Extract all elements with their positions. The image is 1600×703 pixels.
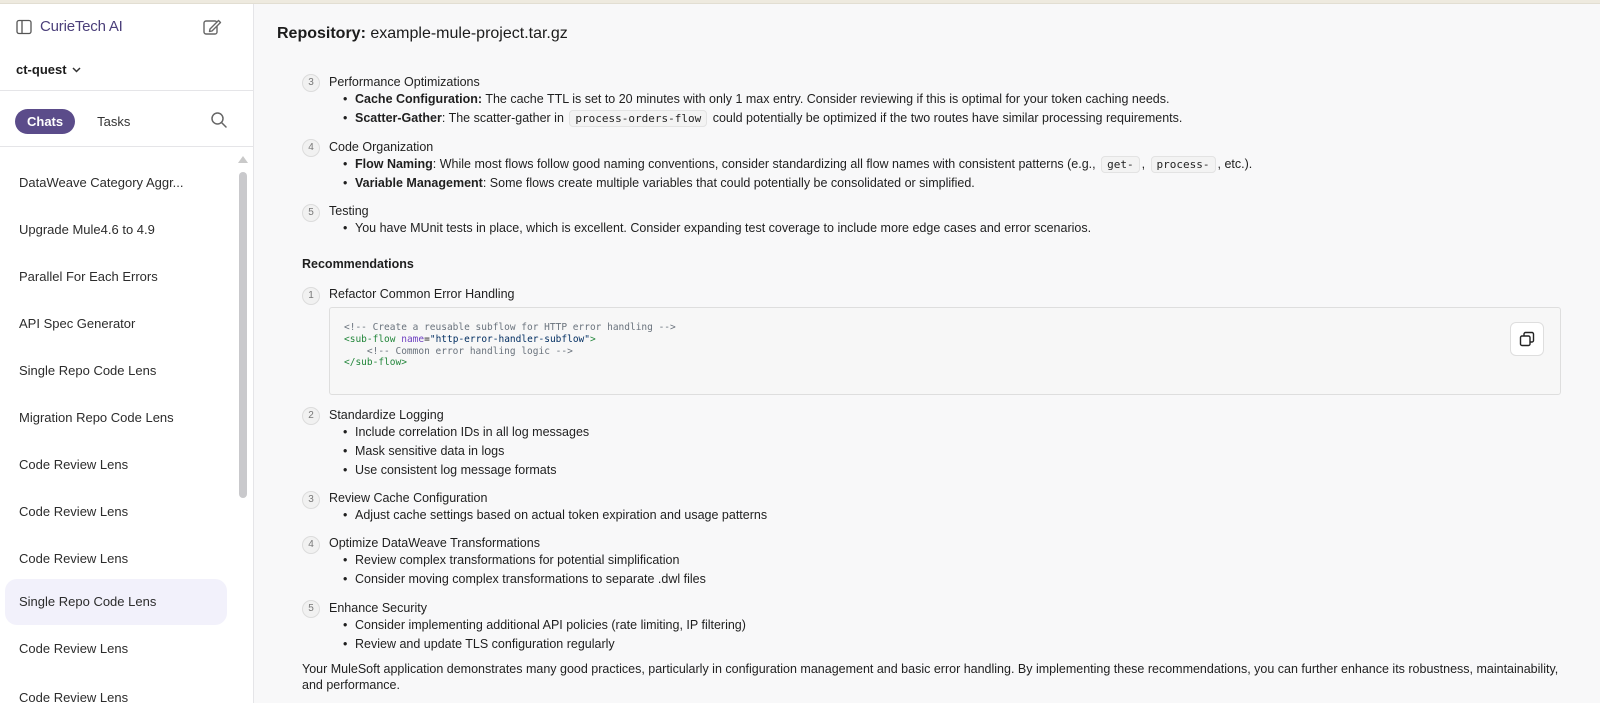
code-bracket: >: [590, 333, 596, 345]
chat-item[interactable]: Migration Repo Code Lens: [5, 395, 227, 441]
list-item: Review complex transformations for poten…: [343, 553, 679, 567]
chat-item[interactable]: Single Repo Code Lens: [5, 348, 227, 394]
repository-header: Repository: example-mule-project.tar.gz: [277, 25, 568, 43]
copy-code-button[interactable]: [1510, 322, 1544, 356]
search-icon[interactable]: [210, 111, 228, 129]
section-title: Code Organization: [329, 140, 434, 154]
item-bold: Variable Management: [355, 176, 483, 190]
sidebar-divider: [0, 146, 253, 147]
item-bold: Cache Configuration:: [355, 92, 483, 106]
sidebar-tabs: Chats Tasks: [15, 109, 142, 134]
list-item: Adjust cache settings based on actual to…: [343, 508, 767, 522]
section-title: Performance Optimizations: [329, 75, 480, 89]
list-number: 4: [302, 536, 320, 554]
list-number: 1: [302, 287, 320, 305]
repository-name: example-mule-project.tar.gz: [370, 25, 568, 42]
chat-content: Repository: example-mule-project.tar.gz …: [254, 4, 1600, 703]
scrollbar-thumb[interactable]: [239, 172, 247, 498]
list-item: Review and update TLS configuration regu…: [343, 637, 615, 651]
recommendation-title: Refactor Common Error Handling: [329, 287, 515, 301]
chat-item[interactable]: Code Review Lens: [5, 442, 227, 488]
code-block: <!-- Create a reusable subflow for HTTP …: [329, 307, 1561, 395]
sidebar: CurieTech AI ct-quest Chats Tasks DataWe…: [0, 4, 254, 703]
code-string: "http-error-handler-subflow": [429, 333, 590, 345]
list-item: Scatter-Gather: The scatter-gather in pr…: [343, 110, 1183, 127]
item-text: , etc.).: [1217, 157, 1253, 171]
chat-item[interactable]: Upgrade Mule4.6 to 4.9: [5, 207, 227, 253]
brand-name: CurieTech AI: [40, 18, 123, 35]
item-text: The cache TTL is set to 20 minutes with …: [482, 92, 1170, 106]
list-item: Flow Naming: While most flows follow goo…: [343, 156, 1253, 173]
item-text: could potentially be optimized if the tw…: [709, 111, 1183, 125]
org-name: ct-quest: [16, 62, 67, 77]
new-chat-edit-icon[interactable]: [201, 16, 223, 38]
summary-paragraph: Your MuleSoft application demonstrates m…: [302, 662, 1559, 692]
item-text: ,: [1141, 157, 1149, 171]
chat-item[interactable]: Code Review Lens: [5, 675, 227, 703]
tab-chats[interactable]: Chats: [15, 109, 76, 134]
chevron-down-icon: [72, 66, 81, 73]
chat-item-active[interactable]: Single Repo Code Lens: [5, 579, 227, 625]
item-bold: Flow Naming: [355, 157, 433, 171]
recommendations-heading: Recommendations: [302, 257, 414, 271]
list-item: Variable Management: Some flows create m…: [343, 176, 975, 190]
list-item: Cache Configuration: The cache TTL is se…: [343, 92, 1170, 106]
copy-icon: [1519, 331, 1535, 347]
chat-item[interactable]: Code Review Lens: [5, 536, 227, 582]
item-bold: Scatter-Gather: [355, 111, 442, 125]
chat-item[interactable]: DataWeave Category Aggr...: [5, 160, 227, 206]
chat-item[interactable]: Code Review Lens: [5, 626, 227, 672]
list-number: 4: [302, 139, 320, 157]
recommendation-title: Enhance Security: [329, 601, 427, 615]
org-selector[interactable]: ct-quest: [16, 62, 81, 77]
list-number: 3: [302, 74, 320, 92]
inline-code: process-orders-flow: [569, 110, 708, 127]
tab-tasks[interactable]: Tasks: [85, 109, 142, 134]
code-tag: <sub-flow: [344, 333, 396, 345]
code-content: <!-- Create a reusable subflow for HTTP …: [344, 322, 676, 369]
chat-item[interactable]: Parallel For Each Errors: [5, 254, 227, 300]
list-item: Include correlation IDs in all log messa…: [343, 425, 589, 439]
list-item: Consider implementing additional API pol…: [343, 618, 746, 632]
list-item: Consider moving complex transformations …: [343, 572, 706, 586]
chat-item[interactable]: API Spec Generator: [5, 301, 227, 347]
code-comment: <!-- Common error handling logic -->: [366, 345, 573, 357]
inline-code: get-: [1101, 156, 1140, 173]
code-attr: name: [401, 333, 425, 345]
sidebar-divider: [0, 90, 253, 91]
repository-label: Repository:: [277, 25, 366, 42]
list-number: 3: [302, 491, 320, 509]
list-item: Use consistent log message formats: [343, 463, 557, 477]
recommendation-title: Review Cache Configuration: [329, 491, 488, 505]
item-text: : The scatter-gather in: [441, 111, 568, 125]
item-text: : While most flows follow good naming co…: [432, 157, 1100, 171]
code-comment: <!-- Create a reusable subflow for HTTP …: [344, 322, 676, 333]
list-item: Mask sensitive data in logs: [343, 444, 504, 458]
item-text: : Some flows create multiple variables t…: [482, 176, 975, 190]
sidebar-toggle-icon[interactable]: [16, 19, 32, 35]
item-text: You have MUnit tests in place, which is …: [355, 221, 1092, 235]
sidebar-scrollbar[interactable]: [238, 156, 248, 703]
recommendation-title: Optimize DataWeave Transformations: [329, 536, 540, 550]
section-title: Testing: [329, 204, 369, 218]
brand[interactable]: CurieTech AI: [16, 18, 123, 35]
list-number: 5: [302, 600, 320, 618]
list-item: You have MUnit tests in place, which is …: [343, 221, 1092, 235]
code-tag: </sub-flow>: [344, 357, 407, 369]
inline-code: process-: [1150, 156, 1216, 173]
recommendation-title: Standardize Logging: [329, 408, 444, 422]
chat-item[interactable]: Code Review Lens: [5, 489, 227, 535]
list-number: 5: [302, 204, 320, 222]
scroll-up-arrow-icon[interactable]: [238, 156, 248, 163]
list-number: 2: [302, 407, 320, 425]
